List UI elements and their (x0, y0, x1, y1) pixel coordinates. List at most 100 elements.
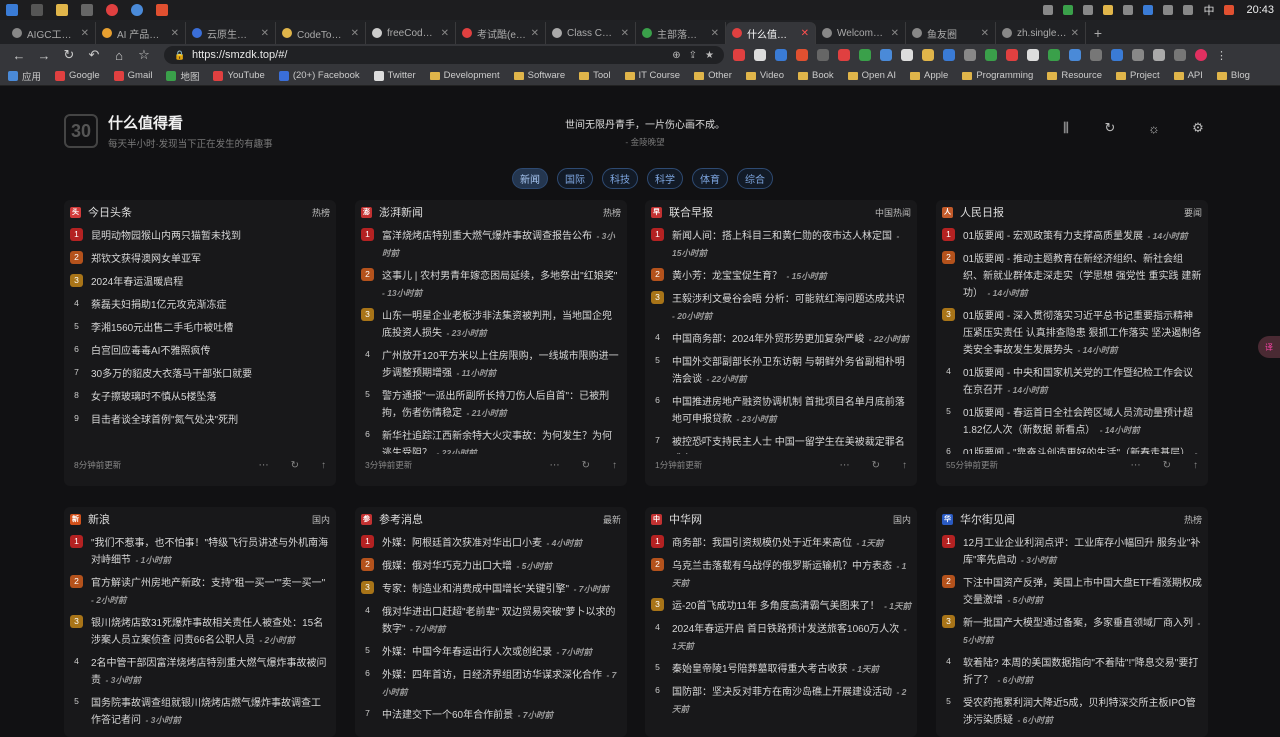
bookmark-15[interactable]: Apple (910, 70, 948, 81)
chrome-profile-icon[interactable] (131, 4, 143, 16)
news-item[interactable]: 7 被控恐吓支持民主人士 中国一留学生在美被裁定罪名成立 - 1天前 (651, 430, 911, 454)
news-title[interactable]: 俄媒：俄对华巧克力出口大增 (382, 561, 512, 572)
news-item[interactable]: 3 王毅涉利文曼谷会晤 分析：可能就红海问题达成共识 - 20小时前 (651, 287, 911, 327)
news-title[interactable]: 新一批国产大模型通过备案，多家垂直领域厂商入列 (963, 618, 1193, 629)
news-title[interactable]: 蔡磊夫妇捐助1亿元攻克渐冻症 (91, 300, 227, 311)
news-title[interactable]: 2024年春运开启 首日铁路预计发送旅客1060万人次 (672, 624, 899, 635)
close-tab-icon[interactable]: ✕ (1071, 28, 1079, 39)
calendar-icon[interactable] (81, 4, 93, 16)
app-icon[interactable] (156, 4, 168, 16)
scroll-top-icon[interactable]: ↑ (902, 460, 907, 471)
tab-1[interactable]: AI 产品榜 aic ✕ (96, 22, 186, 44)
news-item[interactable]: 6 新华社追踪江西新余特大火灾事故：为何发生？为何逃生受阻？ - 22小时前 (361, 424, 621, 454)
extension-icon[interactable] (1111, 49, 1123, 61)
category-tab-0[interactable]: 新闻 (512, 168, 548, 189)
translate-float-icon[interactable]: 译 (1258, 336, 1280, 358)
close-tab-icon[interactable]: ✕ (981, 28, 989, 39)
news-item[interactable]: 5 李湘1560元出售二手毛巾被吐槽 (70, 316, 330, 339)
bookmark-17[interactable]: Resource (1047, 70, 1102, 81)
extension-icon[interactable] (922, 49, 934, 61)
news-title[interactable]: 昆明动物园猴山内两只猫暂未找到 (91, 231, 241, 242)
refresh-icon[interactable]: ↻ (582, 460, 590, 471)
tab-4[interactable]: freeCodeCa ✕ (366, 22, 456, 44)
close-tab-icon[interactable]: ✕ (801, 28, 809, 39)
bookmark-6[interactable]: Twitter (373, 70, 416, 81)
extension-icon[interactable] (1090, 49, 1102, 61)
volume-icon[interactable] (1183, 5, 1194, 15)
tab-10[interactable]: 鱼友圈 ✕ (906, 22, 996, 44)
bookmark-10[interactable]: IT Course (624, 70, 680, 81)
more-icon[interactable]: ⋯ (550, 460, 560, 471)
start-icon[interactable] (6, 4, 18, 16)
close-tab-icon[interactable]: ✕ (441, 28, 449, 39)
source-name[interactable]: 澎湃新闻 (379, 204, 423, 220)
folder-icon[interactable] (56, 4, 68, 16)
clock[interactable]: 20:43 (1246, 4, 1274, 16)
news-item[interactable]: 5 中国外交部副部长孙卫东访朝 与朝鲜外务省副相朴明浩会谈 - 22小时前 (651, 350, 911, 390)
source-name[interactable]: 参考消息 (379, 511, 423, 527)
news-title[interactable]: 专家：制造业和消费成中国增长"关键引擎" (382, 584, 569, 595)
news-item[interactable]: 2 01版要闻 - 推动主题教育在新经济组织、新社会组织、新就业群体走深走实（学思… (942, 247, 1202, 304)
install-icon[interactable]: ⊕ (672, 50, 680, 61)
tray-icon[interactable] (1224, 5, 1235, 15)
news-item[interactable]: 4 广州放开120平方米以上住房限购，一线城市限购进一步调整预期增强 - 11小时… (361, 344, 621, 384)
news-item[interactable]: 3 新一批国产大模型通过备案，多家垂直领域厂商入列 - 5小时前 (942, 611, 1202, 651)
refresh-icon[interactable]: ↻ (291, 460, 299, 471)
news-item[interactable]: 6 国防部：坚决反对菲方在南沙岛礁上开展建设活动 - 2天前 (651, 680, 911, 720)
news-title[interactable]: 这事儿 | 农村男青年嫁恋困局延续，多地祭出"红娘奖" (382, 271, 617, 282)
news-title[interactable]: 商务部：我国引资规模仍处于近年来高位 (672, 538, 852, 549)
news-item[interactable]: 9 目击者谈全球首例"氮气处决"死刑 (70, 408, 330, 431)
news-title[interactable]: 运-20首飞成功11年 多角度高清霸气美图来了！ (672, 601, 880, 612)
news-title[interactable]: 国务院事故调查组就银川烧烤店燃气爆炸事故调查工作答记者问 (91, 698, 321, 726)
news-item[interactable]: 6 中国推进房地产融资协调机制 首批项目名单月底前落地可申报贷款 - 23小时前 (651, 390, 911, 430)
bluetooth-icon[interactable] (1143, 5, 1154, 15)
download-icon[interactable] (1153, 49, 1165, 61)
star-icon[interactable]: ☆ (133, 45, 155, 65)
news-item[interactable]: 2 乌克兰击落载有乌战俘的俄罗斯运输机？中方表态 - 1天前 (651, 554, 911, 594)
news-title[interactable]: 2024年春运温暖启程 (91, 277, 183, 288)
news-item[interactable]: 7 30多万的貂皮大衣落马干部张口就要 (70, 362, 330, 385)
news-item[interactable]: 1 昆明动物园猴山内两只猫暂未找到 (70, 224, 330, 247)
news-item[interactable]: 1 外媒：阿根廷首次获准对华出口小麦 - 4小时前 (361, 531, 621, 554)
close-tab-icon[interactable]: ✕ (531, 28, 539, 39)
adblock-icon[interactable] (733, 49, 745, 61)
extension-icon[interactable] (1069, 49, 1081, 61)
category-tab-4[interactable]: 体育 (692, 168, 728, 189)
bookmark-7[interactable]: Development (429, 70, 500, 81)
tab-0[interactable]: AIGC工具导航 ✕ (6, 22, 96, 44)
news-item[interactable]: 1 12月工业企业利润点评：工业库存小幅回升 服务业"补库"率先启动 - 3小时前 (942, 531, 1202, 571)
news-item[interactable]: 4 俄对华进出口赶超"老前辈" 双边贸易突破"萝卜以求的数字" - 7小时前 (361, 600, 621, 640)
extension-icon[interactable] (817, 49, 829, 61)
bookmark-13[interactable]: Book (798, 70, 834, 81)
extension-icon[interactable] (1048, 49, 1060, 61)
news-item[interactable]: 5 国务院事故调查组就银川烧烤店燃气爆炸事故调查工作答记者问 - 3小时前 (70, 691, 330, 731)
news-item[interactable]: 2 俄媒：俄对华巧克力出口大增 - 5小时前 (361, 554, 621, 577)
news-title[interactable]: 01版要闻 - 宏观政策有力支撑高质量发展 (963, 231, 1143, 242)
news-item[interactable]: 1 01版要闻 - 宏观政策有力支撑高质量发展 - 14小时前 (942, 224, 1202, 247)
back-icon[interactable]: ← (8, 45, 30, 65)
news-title[interactable]: 下注中国资产反弹，美国上市中国大盘ETF看涨期权成交量激增 (963, 578, 1202, 606)
news-item[interactable]: 5 秦始皇帝陵1号陪葬墓取得重大考古收获 - 1天前 (651, 657, 911, 680)
scroll-top-icon[interactable]: ↑ (612, 460, 617, 471)
news-title[interactable]: 中国推进房地产融资协调机制 首批项目名单月底前落地可申报贷款 (672, 397, 905, 425)
news-title[interactable]: 黄小芳：龙宝宝促生育？ (672, 271, 782, 282)
bookmark-2[interactable]: Gmail (113, 70, 152, 81)
news-item[interactable]: 3 运-20首飞成功11年 多角度高清霸气美图来了！ - 1天前 (651, 594, 911, 617)
extension-icon[interactable] (838, 49, 850, 61)
news-item[interactable]: 1 新闻人间：搭上科目三和黄仁勋的夜市达人林定国 - 15小时前 (651, 224, 911, 264)
news-item[interactable]: 8 女子擦玻璃时不慎从5楼坠落 (70, 385, 330, 408)
news-title[interactable]: 官方解读广州房地产新政：支持"租一买一""卖一买一" (91, 578, 325, 589)
news-title[interactable]: 秦始皇帝陵1号陪葬墓取得重大考古收获 (672, 664, 848, 675)
menu-icon[interactable]: ⋮ (1216, 49, 1228, 62)
extension-icon[interactable] (859, 49, 871, 61)
share-icon[interactable]: ⇪ (689, 50, 697, 61)
news-title[interactable]: 富洋烧烤店特别重大燃气爆炸事故调查报告公布 (382, 231, 592, 242)
chrome-icon[interactable] (106, 4, 118, 16)
close-tab-icon[interactable]: ✕ (261, 28, 269, 39)
news-title[interactable]: 外媒：四年首访，日经济界组团访华谋求深化合作 (382, 670, 602, 681)
bookmark-5[interactable]: (20+) Facebook (278, 70, 360, 81)
news-item[interactable]: 5 警方通报"一派出所副所长持刀伤人后自首"：已被刑拘，伤者伤情稳定 - 21小时… (361, 384, 621, 424)
close-tab-icon[interactable]: ✕ (351, 28, 359, 39)
news-title[interactable]: 01版要闻 - 中央和国家机关党的工作暨纪检工作会议在京召开 (963, 368, 1193, 396)
news-item[interactable]: 5 受农药拖累利润大降近5成，贝利特深交所主板IPO管涉污染质疑 - 6小时前 (942, 691, 1202, 731)
